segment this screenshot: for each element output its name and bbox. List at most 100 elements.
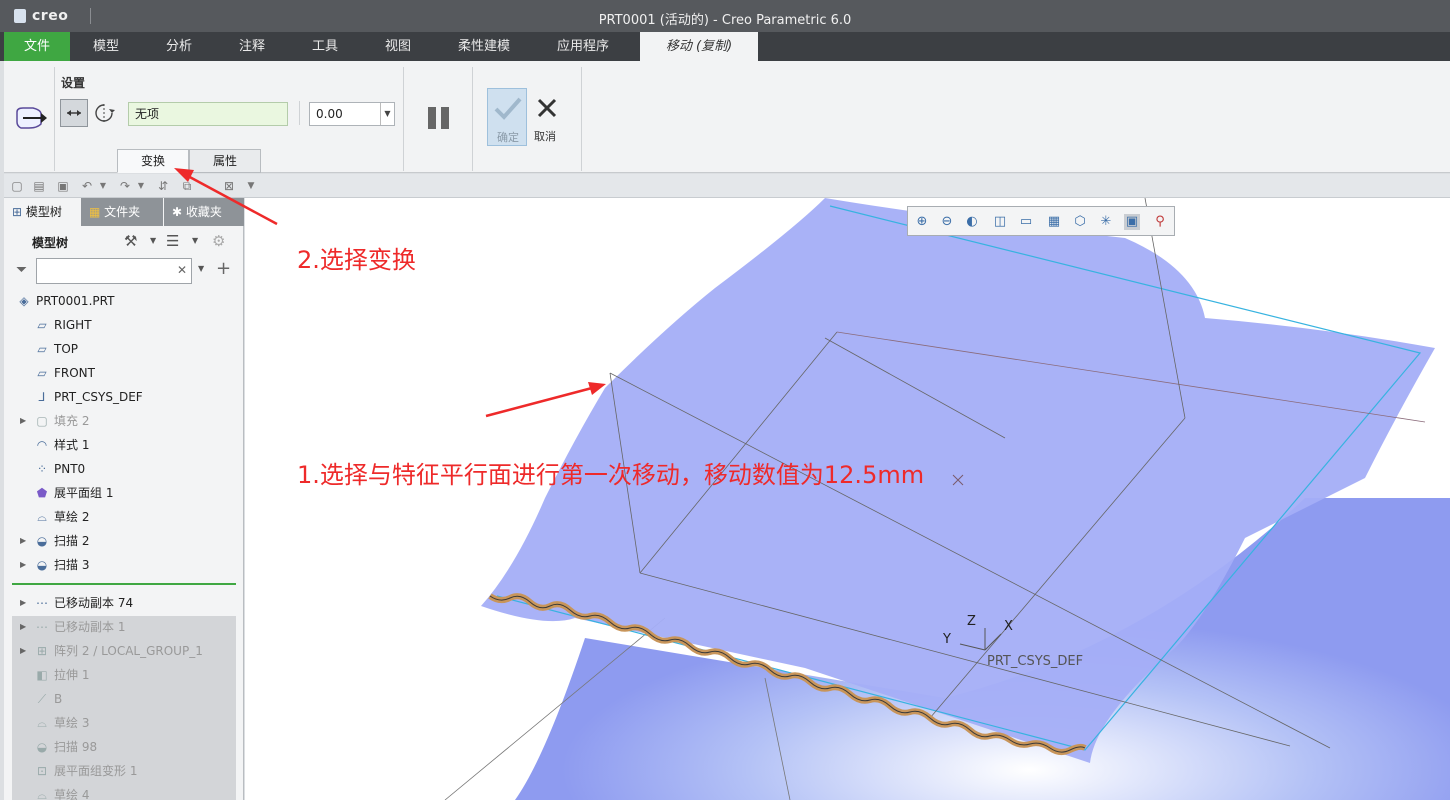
- expand-icon[interactable]: ▶: [20, 409, 26, 433]
- tree-item[interactable]: ▱ FRONT: [34, 361, 95, 385]
- tab-properties[interactable]: 属性: [189, 149, 261, 173]
- settings-tools-icon[interactable]: ⚒: [124, 232, 137, 250]
- pause-button[interactable]: [422, 101, 454, 133]
- tree-item-label: RIGHT: [54, 318, 92, 332]
- tab-analysis[interactable]: 分析: [142, 32, 216, 61]
- tab-tools[interactable]: 工具: [288, 32, 362, 61]
- tab-favorites[interactable]: ✱ 收藏夹: [164, 198, 244, 226]
- windows-icon[interactable]: ⧉: [180, 179, 194, 193]
- sweep-icon: ◒: [36, 534, 48, 548]
- tab-folder-browser[interactable]: ▦ 文件夹: [81, 198, 163, 226]
- tree-item[interactable]: ⌓ 草绘 3: [34, 711, 89, 735]
- tree-item[interactable]: ⅃ PRT_CSYS_DEF: [34, 385, 143, 409]
- graphics-viewport[interactable]: Z Y X PRT_CSYS_DEF 2.选择变换 1.选择与特征平行面进行第一…: [245, 198, 1450, 800]
- tree-item[interactable]: ▶ ⋯ 已移动副本 1: [20, 615, 125, 639]
- tree-item[interactable]: ⌓ 草绘 2: [34, 505, 89, 529]
- expand-icon[interactable]: ▶: [20, 591, 26, 615]
- distance-value: 0.00: [316, 107, 343, 121]
- tab-model-tree-label: 模型树: [25, 205, 62, 219]
- tab-flexible-modeling[interactable]: 柔性建模: [434, 32, 534, 61]
- redo-icon[interactable]: ↷: [118, 179, 132, 193]
- cancel-button[interactable]: [532, 93, 562, 123]
- tab-transformations[interactable]: 变换: [117, 149, 189, 173]
- annotation-display-icon[interactable]: ▣: [1124, 214, 1140, 230]
- checkmark-icon: [494, 97, 522, 120]
- tree-item-label: 草绘 4: [54, 788, 90, 800]
- chevron-down-icon[interactable]: ▼: [96, 179, 110, 193]
- view-manager-icon[interactable]: ▦: [1046, 214, 1062, 230]
- chevron-down-icon[interactable]: ▼: [244, 179, 258, 193]
- tree-item[interactable]: ▶ ⊞ 阵列 2 / LOCAL_GROUP_1: [20, 639, 203, 663]
- tab-view[interactable]: 视图: [362, 32, 434, 61]
- tree-item[interactable]: ◠ 样式 1: [34, 433, 90, 457]
- tree-item[interactable]: ▱ TOP: [34, 337, 78, 361]
- tree-item[interactable]: ◈ PRT0001.PRT: [16, 289, 114, 313]
- regenerate-icon[interactable]: ⇵: [156, 179, 170, 193]
- tree-item[interactable]: ▶ ▢ 填充 2: [20, 409, 89, 433]
- tree-item[interactable]: ⊡ 展平面组变形 1: [34, 759, 137, 783]
- sketch-icon: ⌓: [37, 788, 47, 800]
- chevron-down-icon[interactable]: ▼: [380, 103, 394, 125]
- chevron-down-icon[interactable]: ▼: [134, 179, 148, 193]
- tree-item[interactable]: ▱ RIGHT: [34, 313, 92, 337]
- save-icon[interactable]: ▣: [56, 179, 70, 193]
- move-copy-feature-button[interactable]: [10, 99, 50, 135]
- insert-indicator[interactable]: [12, 583, 236, 585]
- tab-move-copy[interactable]: 移动 (复制): [640, 32, 758, 61]
- expand-icon[interactable]: ▶: [20, 639, 26, 663]
- spin-center-icon[interactable]: ⚲: [1152, 214, 1168, 230]
- model-geometry[interactable]: [245, 198, 1450, 800]
- rotate-mode-button[interactable]: [90, 99, 116, 127]
- clear-icon[interactable]: ✕: [177, 263, 187, 277]
- datum-display-icon[interactable]: ✳: [1098, 214, 1114, 230]
- tree-filter-settings-icon[interactable]: ⚙: [212, 232, 225, 250]
- saved-views-icon[interactable]: ▭: [1018, 214, 1034, 230]
- csys-icon: ⅃: [38, 390, 46, 404]
- expand-icon[interactable]: ▶: [20, 529, 26, 553]
- refit-icon[interactable]: ◐: [964, 214, 980, 230]
- tree-item[interactable]: ▶ ◒ 扫描 3: [20, 553, 89, 577]
- tab-model-tree[interactable]: ⊞ 模型树: [4, 198, 80, 226]
- tree-search-input[interactable]: ✕: [36, 258, 192, 284]
- tree-item[interactable]: ◧ 拉伸 1: [34, 663, 89, 687]
- datum-plane-icon: ▱: [37, 342, 47, 356]
- perspective-icon[interactable]: ⬡: [1072, 214, 1088, 230]
- tree-item[interactable]: ⌓ 草绘 4: [34, 783, 89, 800]
- expand-icon[interactable]: ▶: [20, 615, 26, 639]
- tab-file[interactable]: 文件: [4, 32, 70, 61]
- tab-applications[interactable]: 应用程序: [534, 32, 632, 61]
- expand-icon[interactable]: ▶: [20, 553, 26, 577]
- display-style-icon[interactable]: ◫: [992, 214, 1008, 230]
- tree-item[interactable]: ◒ 扫描 98: [34, 735, 97, 759]
- tree-item[interactable]: ▶ ⋯ 已移动副本 74: [20, 591, 133, 615]
- tab-annotate[interactable]: 注释: [216, 32, 288, 61]
- zoom-in-icon[interactable]: ⊕: [914, 214, 930, 230]
- tree-columns-icon[interactable]: ☰: [166, 232, 179, 250]
- undo-icon[interactable]: ↶: [80, 179, 94, 193]
- chevron-down-icon[interactable]: ▼: [192, 236, 198, 245]
- sketch-icon: ⌓: [37, 510, 47, 524]
- ok-button[interactable]: 确定: [487, 88, 527, 146]
- tree-item[interactable]: ⟋ B: [34, 687, 62, 711]
- csys-x-label: X: [1004, 619, 1013, 634]
- reference-collector[interactable]: 无项: [128, 102, 288, 126]
- pause-icon: [428, 107, 449, 129]
- distance-input[interactable]: 0.00 ▼: [309, 102, 395, 126]
- chevron-down-icon[interactable]: ▼: [150, 236, 156, 245]
- add-icon[interactable]: +: [216, 258, 231, 279]
- tree-item[interactable]: ⁘ PNT0: [34, 457, 85, 481]
- translate-mode-button[interactable]: [60, 99, 88, 127]
- zoom-out-icon[interactable]: ⊖: [939, 214, 955, 230]
- tree-item[interactable]: ⬟ 展平面组 1: [34, 481, 114, 505]
- tab-model[interactable]: 模型: [70, 32, 142, 61]
- tree-item-label: 展平面组 1: [54, 486, 114, 500]
- chevron-down-icon[interactable]: ▼: [198, 264, 204, 273]
- close-window-icon[interactable]: ⊠: [222, 179, 236, 193]
- model-tree-header: 模型树: [32, 236, 69, 250]
- tree-item[interactable]: ▶ ◒ 扫描 2: [20, 529, 89, 553]
- open-folder-icon[interactable]: ▤: [32, 179, 46, 193]
- window-title: PRT0001 (活动的) - Creo Parametric 6.0: [598, 13, 852, 28]
- datum-plane-icon: ▱: [37, 318, 47, 332]
- new-file-icon[interactable]: ▢: [10, 179, 24, 193]
- sweep-icon: ◒: [36, 740, 48, 754]
